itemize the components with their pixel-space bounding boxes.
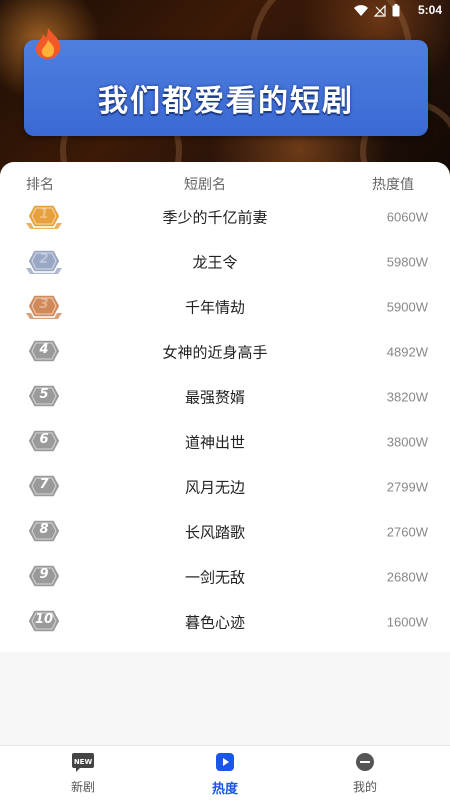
rank-badge-icon: 8 (24, 518, 64, 546)
drama-title: 季少的千亿前妻 (162, 208, 268, 226)
heat-value: 4892W (386, 344, 428, 359)
new-icon-text: NEW (74, 758, 93, 766)
banner: 我们都爱看的短剧 (24, 40, 428, 136)
list-item[interactable]: 4 女神的近身高手 4892W (0, 329, 450, 374)
wifi-icon (354, 4, 368, 16)
header-heat: 热度值 (372, 177, 414, 193)
rank-number: 1 (39, 206, 49, 222)
heat-value: 2799W (386, 479, 428, 494)
drama-title: 龙王令 (192, 253, 238, 271)
list-item[interactable]: 6 道神出世 3800W (0, 419, 450, 464)
rank-number: 4 (39, 341, 49, 357)
drama-title: 千年情劫 (184, 298, 245, 316)
heat-value: 1600W (386, 614, 428, 629)
rank-number: 2 (39, 251, 49, 267)
rank-number: 8 (39, 521, 49, 537)
heat-value: 3820W (386, 389, 428, 404)
tab-new-label: 新剧 (70, 780, 95, 794)
rank-badge-icon: 7 (24, 473, 64, 501)
heat-value: 5900W (386, 299, 428, 314)
heat-value: 3800W (386, 434, 428, 449)
list-item[interactable]: 8 长风踏歌 2760W (0, 509, 450, 554)
drama-title: 风月无边 (184, 478, 245, 496)
rank-badge-icon: 4 (24, 338, 64, 366)
rank-badge-icon: 5 (24, 383, 64, 411)
rank-number: 10 (34, 611, 54, 627)
list-item[interactable]: 7 风月无边 2799W (0, 464, 450, 509)
rank-badge-icon: 6 (24, 428, 64, 456)
drama-title: 道神出世 (184, 433, 245, 451)
battery-icon (392, 4, 400, 17)
rank-number: 9 (39, 566, 49, 582)
drama-title: 最强赘婿 (184, 388, 245, 406)
fire-icon (35, 28, 61, 59)
status-bar: 5:04 (0, 0, 450, 22)
heat-value: 6060W (386, 209, 428, 224)
signal-icon (374, 4, 386, 17)
rank-badge-icon: 10 (24, 608, 64, 636)
medal-badge-icon: 1 (24, 203, 64, 231)
rank-number: 6 (39, 431, 49, 447)
drama-title: 一剑无敌 (184, 568, 245, 586)
tab-bar: NEW 新剧 热度 我的 (0, 745, 450, 800)
header-name: 短剧名 (184, 177, 226, 193)
drama-title: 女神的近身高手 (162, 343, 268, 361)
list-item[interactable]: 2 龙王令 5980W (0, 239, 450, 284)
list-item[interactable]: 5 最强赘婿 3820W (0, 374, 450, 419)
medal-badge-icon: 3 (24, 293, 64, 321)
tab-new[interactable]: NEW 新剧 (8, 746, 158, 800)
list-item[interactable]: 9 一剑无敌 2680W (0, 554, 450, 599)
list-item[interactable]: 3 千年情劫 5900W (0, 284, 450, 329)
heat-value: 5980W (386, 254, 428, 269)
list-item[interactable]: 1 季少的千亿前妻 6060W (0, 194, 450, 239)
drama-title: 暮色心迹 (184, 613, 245, 631)
medal-badge-icon: 2 (24, 248, 64, 276)
play-icon (213, 752, 237, 772)
tab-mine[interactable]: 我的 (290, 746, 440, 800)
tab-heat[interactable]: 热度 (150, 746, 300, 800)
drama-title: 长风踏歌 (184, 523, 245, 541)
header-rank: 排名 (26, 177, 54, 193)
heat-value: 2760W (386, 524, 428, 539)
tab-heat-label: 热度 (211, 782, 238, 797)
rank-number: 5 (39, 386, 49, 402)
list-item[interactable]: 10 暮色心迹 1600W (0, 599, 450, 644)
rank-badge-icon: 9 (24, 563, 64, 591)
rank-number: 3 (39, 296, 49, 312)
heat-value: 2680W (386, 569, 428, 584)
rank-number: 7 (39, 476, 49, 492)
profile-icon (353, 752, 377, 772)
ranking-panel: 排名 短剧名 热度值 1 季少的千亿前妻 6060W 2 龙王令 5980W 3 千年情劫 59… (0, 162, 450, 652)
banner-title: 我们都爱看的短剧 (98, 84, 354, 119)
tab-mine-label: 我的 (352, 780, 377, 794)
status-icons (354, 4, 400, 17)
status-time: 5:04 (417, 3, 442, 17)
new-icon: NEW (71, 752, 95, 772)
